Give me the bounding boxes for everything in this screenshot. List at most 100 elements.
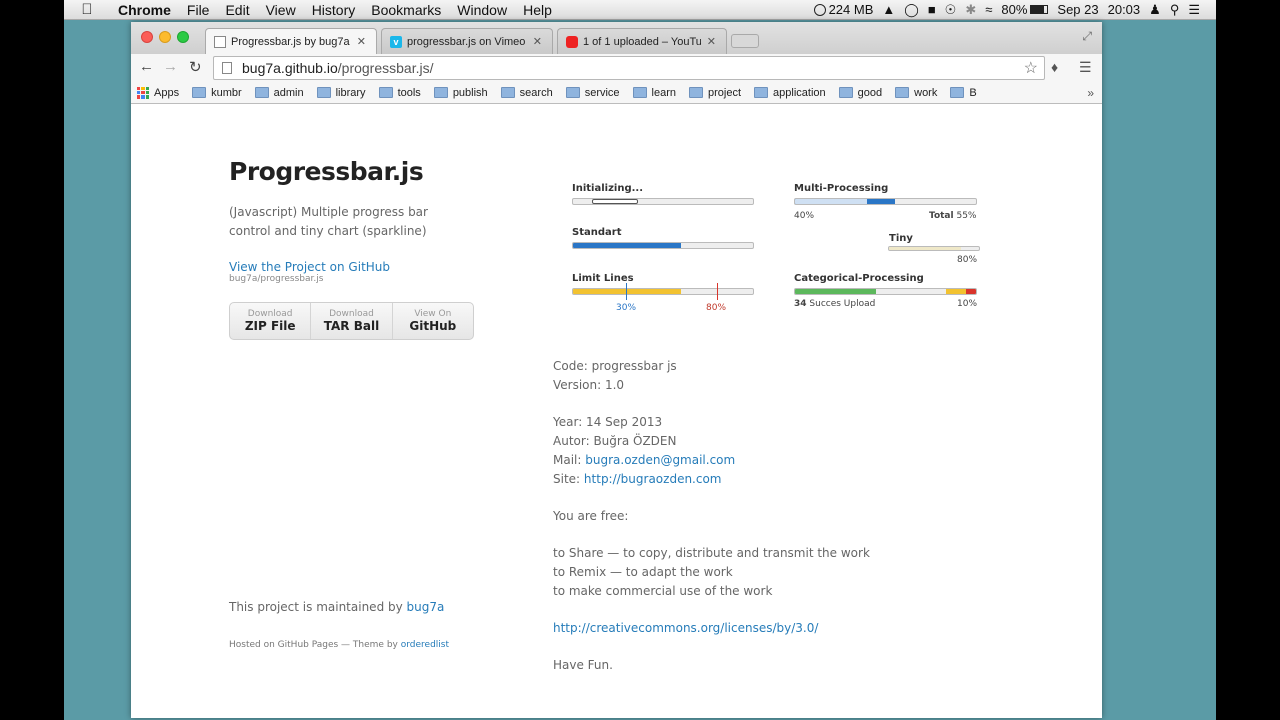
close-tab-icon[interactable]: ✕ — [357, 35, 366, 48]
clock-time[interactable]: 20:03 — [1108, 2, 1141, 17]
multi-processing-total-label: Total — [929, 211, 954, 221]
initializing-slider — [592, 199, 638, 204]
download-tar-button[interactable]: Download TAR Ball — [311, 303, 393, 339]
menu-edit[interactable]: Edit — [217, 0, 257, 20]
bookmark-folder[interactable]: good — [838, 87, 882, 99]
close-tab-icon[interactable]: ✕ — [533, 35, 542, 48]
hosted-on: Hosted on GitHub Pages — Theme by ordere… — [229, 640, 449, 650]
url-path: /progressbar.js/ — [337, 60, 434, 76]
maintainer-link[interactable]: bug7a — [407, 600, 445, 614]
menu-view[interactable]: View — [258, 0, 304, 20]
address-bar[interactable]: bug7a.github.io/progressbar.js/ ☆ — [213, 56, 1045, 80]
folder-icon — [754, 87, 769, 98]
bookmark-label: B — [969, 86, 977, 99]
bookmark-label: project — [708, 86, 742, 99]
tab-vimeo[interactable]: v progressbar.js on Vimeo ✕ — [381, 28, 553, 54]
bookmark-folder[interactable]: application — [754, 87, 826, 99]
url-host: bug7a.github.io — [242, 60, 338, 76]
memory-status[interactable]: 224 MB — [813, 2, 873, 17]
bookmark-folder[interactable]: publish — [433, 87, 488, 99]
bookmark-folder[interactable]: tools — [378, 87, 421, 99]
info-commercial: to make commercial use of the work — [553, 584, 773, 598]
menu-bookmarks[interactable]: Bookmarks — [363, 0, 449, 20]
site-link[interactable]: http://bugraozden.com — [584, 472, 722, 486]
mail-link[interactable]: bugra.ozden@gmail.com — [585, 453, 735, 467]
categorical-bar — [794, 288, 977, 295]
limit-lines-label: Limit Lines — [572, 273, 634, 284]
bookmark-folder[interactable]: learn — [632, 87, 676, 99]
maintained-by: This project is maintained by bug7a — [229, 600, 444, 614]
close-window-button[interactable] — [141, 31, 153, 43]
spotlight-icon[interactable]: ⚲ — [1170, 2, 1180, 18]
page-info-icon[interactable] — [222, 62, 232, 74]
info-remix: to Remix — to adapt the work — [553, 565, 733, 579]
folder-icon — [838, 87, 853, 98]
bookmark-folder[interactable]: work — [895, 87, 937, 99]
wifi-icon[interactable]: ≈ — [985, 2, 992, 17]
chrome-menu-icon[interactable]: ☰ — [1079, 59, 1092, 76]
battery-status[interactable]: 80% — [1001, 2, 1049, 17]
close-tab-icon[interactable]: ✕ — [707, 35, 716, 48]
categorical-count-text: Succes Upload — [809, 299, 876, 309]
tab-title: 1 of 1 uploaded – YouTube — [583, 35, 701, 48]
drive-icon[interactable]: ▲ — [882, 2, 895, 17]
info-mail: Mail: bugra.ozden@gmail.com — [553, 451, 870, 470]
info-mail-label: Mail: — [553, 453, 582, 467]
bookmarks-overflow-chevron[interactable]: » — [1087, 86, 1094, 100]
multi-processing-bar — [794, 198, 977, 205]
lock-icon[interactable]: ■ — [928, 2, 936, 17]
tab-strip: Progressbar.js by bug7a ✕ v progressbar.… — [131, 22, 1102, 54]
limit-line-80 — [717, 283, 718, 300]
clock-date[interactable]: Sep 23 — [1057, 2, 1098, 17]
notifications-list-icon[interactable]: ☰ — [1188, 2, 1200, 18]
menu-help[interactable]: Help — [515, 0, 560, 20]
folder-icon — [689, 87, 704, 98]
bookmark-label: work — [914, 86, 938, 99]
bookmark-apps[interactable]: Apps — [137, 86, 179, 99]
theme-link[interactable]: orderedlist — [401, 640, 449, 650]
folder-icon — [632, 87, 647, 98]
limit-line-30-label: 30% — [616, 303, 637, 313]
notifications-bell-icon[interactable]: ♦ — [1051, 59, 1058, 75]
bookmark-folder[interactable]: service — [565, 87, 620, 99]
github-project-link[interactable]: View the Project on GitHub — [229, 260, 390, 274]
menu-history[interactable]: History — [304, 0, 364, 20]
view-github-button[interactable]: View On GitHub — [393, 303, 473, 339]
page-icon — [214, 35, 226, 48]
user-icon[interactable]: ♟ — [1149, 2, 1161, 18]
standart-fill — [573, 243, 681, 248]
menu-file[interactable]: File — [179, 0, 218, 20]
categorical-segment-yellow — [946, 289, 966, 294]
zoom-window-button[interactable] — [177, 31, 189, 43]
minimize-window-button[interactable] — [159, 31, 171, 43]
multi-processing-label: Multi-Processing — [794, 183, 889, 194]
menu-app-name[interactable]: Chrome — [110, 0, 179, 20]
reload-icon[interactable]: ↻ — [189, 58, 202, 76]
chat-icon[interactable]: ◯ — [904, 2, 919, 18]
bookmark-folder[interactable]: project — [689, 87, 741, 99]
categorical-segment-green — [795, 289, 876, 294]
bookmark-folder[interactable]: kumbr — [192, 87, 242, 99]
tab-progressbar[interactable]: Progressbar.js by bug7a ✕ — [205, 28, 377, 54]
bookmark-folder[interactable]: admin — [254, 87, 304, 99]
new-tab-button[interactable] — [731, 34, 759, 48]
menu-window[interactable]: Window — [449, 0, 515, 20]
bookmark-folder[interactable]: B — [950, 86, 977, 99]
accessibility-icon[interactable]: ☉ — [945, 2, 957, 18]
multi-processing-total-value: 55% — [956, 211, 977, 221]
apple-menu-icon[interactable]:  — [64, 1, 110, 18]
back-icon[interactable]: ← — [139, 58, 154, 75]
bookmark-folder[interactable]: search — [500, 87, 553, 99]
license-link[interactable]: http://creativecommons.org/licenses/by/3… — [553, 621, 818, 635]
tab-youtube[interactable]: 1 of 1 uploaded – YouTube ✕ — [557, 28, 727, 54]
fullscreen-icon[interactable]: ⤢ — [1082, 29, 1092, 44]
bookmark-star-icon[interactable]: ☆ — [1024, 58, 1038, 78]
bluetooth-icon[interactable]: ✱ — [965, 2, 976, 18]
tab-title: Progressbar.js by bug7a — [231, 35, 350, 48]
tiny-value: 80% — [957, 255, 978, 265]
forward-icon[interactable]: → — [163, 58, 178, 75]
bookmark-folder[interactable]: library — [316, 87, 366, 99]
download-zip-button[interactable]: Download ZIP File — [230, 303, 312, 339]
folder-icon — [895, 87, 910, 98]
standart-bar — [572, 242, 754, 249]
